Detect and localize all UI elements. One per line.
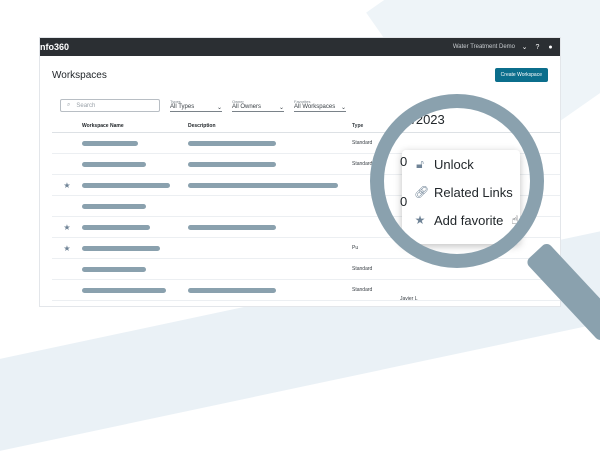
- create-workspace-button[interactable]: Create Workspace: [494, 68, 548, 82]
- chevron-down-icon: ⌄: [216, 105, 222, 111]
- search-icon: ⌕: [67, 102, 71, 108]
- col-workspace-name[interactable]: Workspace Name: [82, 123, 188, 129]
- description-cell: [188, 224, 352, 230]
- placeholder-bar: [82, 140, 138, 146]
- favorites-select[interactable]: All Workspaces ⌄: [294, 104, 346, 112]
- table-row[interactable]: Standard: [52, 301, 560, 306]
- star-icon[interactable]: ★: [52, 181, 82, 190]
- type-cell: Standard: [352, 161, 373, 167]
- title-row: Workspaces Create Workspace: [52, 68, 548, 82]
- favorites-filter[interactable]: Favorites All Workspaces ⌄: [294, 99, 346, 112]
- description-cell: [188, 140, 352, 146]
- placeholder-bar: [188, 287, 276, 293]
- types-select[interactable]: All Types ⌄: [170, 104, 222, 112]
- star-icon: ★: [414, 213, 426, 227]
- col-type[interactable]: Type: [352, 123, 400, 129]
- magnified-date: 0: [400, 232, 408, 247]
- chevron-down-icon[interactable]: ⌄: [521, 44, 528, 51]
- type-cell: Standard: [352, 266, 373, 272]
- chevron-down-icon: ⌄: [278, 105, 284, 111]
- placeholder-bar: [188, 182, 338, 188]
- menu-item-unlock[interactable]: 🔓︎ Unlock: [402, 150, 520, 178]
- brand-logo: nfo360: [40, 42, 70, 52]
- description-cell: [188, 287, 352, 293]
- placeholder-bar: [82, 224, 150, 230]
- owner-filter[interactable]: Owner All Owners ⌄: [232, 99, 284, 112]
- cursor-hand-icon: ☝︎: [511, 213, 519, 227]
- type-cell: Standard: [352, 287, 373, 293]
- workspace-name-cell[interactable]: [82, 224, 188, 230]
- top-bar: nfo360 Water Treatment Demo ⌄ ? ●: [40, 38, 560, 56]
- types-filter[interactable]: Types All Types ⌄: [170, 99, 222, 112]
- workspace-name-cell[interactable]: [82, 245, 188, 251]
- placeholder-bar: [188, 224, 276, 230]
- search-placeholder: Search: [76, 102, 96, 109]
- star-icon[interactable]: ★: [52, 223, 82, 232]
- workspace-name-cell[interactable]: [82, 287, 188, 293]
- col-description[interactable]: Description: [188, 123, 352, 129]
- magnified-date: 3/2023: [405, 112, 445, 127]
- menu-item-label: Unlock: [434, 156, 474, 172]
- table-row[interactable]: Standard: [52, 280, 560, 301]
- context-menu: 🔓︎ Unlock 🔗︎ Related Links ★ Add favorit…: [402, 150, 520, 244]
- workspace-name-cell[interactable]: [82, 161, 188, 167]
- row-actions-icon[interactable]: · · ·: [532, 146, 536, 168]
- menu-item-label: Add favorite: [434, 212, 504, 228]
- description-cell: [188, 182, 352, 188]
- star-icon[interactable]: ★: [52, 244, 82, 253]
- magnified-date: 0: [400, 194, 408, 209]
- page-title: Workspaces: [52, 69, 107, 81]
- type-cell: Pu: [352, 245, 359, 251]
- type-cell: Standard: [352, 140, 373, 146]
- unlock-icon: 🔓︎: [416, 156, 424, 171]
- user-icon[interactable]: ●: [547, 44, 554, 51]
- search-input[interactable]: ⌕ Search: [60, 99, 160, 112]
- workspace-name-cell[interactable]: [82, 203, 188, 209]
- link-icon: 🔗︎: [414, 185, 430, 199]
- chevron-down-icon: ⌄: [340, 105, 346, 111]
- placeholder-bar: [82, 161, 146, 167]
- placeholder-bar: [188, 161, 276, 167]
- placeholder-bar: [82, 287, 166, 293]
- row-actions-icon[interactable]: · · ·: [532, 188, 536, 210]
- magnified-date: 0: [400, 154, 408, 169]
- top-right-controls: Water Treatment Demo ⌄ ? ●: [453, 44, 554, 52]
- description-cell: [188, 161, 352, 167]
- workspace-selector[interactable]: Water Treatment Demo: [453, 44, 515, 50]
- table-header: Workspace Name Description Type: [52, 120, 560, 133]
- placeholder-bar: [82, 203, 146, 209]
- workspace-name-cell[interactable]: [82, 182, 188, 188]
- owner-value: Javier L: [400, 296, 418, 302]
- placeholder-bar: [82, 182, 170, 188]
- filter-bar: ⌕ Search Types All Types ⌄ Owner All Owne…: [60, 92, 548, 112]
- help-icon[interactable]: ?: [534, 44, 541, 51]
- placeholder-bar: [82, 245, 160, 251]
- workspace-name-cell[interactable]: [82, 140, 188, 146]
- placeholder-bar: [82, 266, 146, 272]
- menu-item-add-favorite[interactable]: ★ Add favorite ☝︎: [402, 206, 520, 234]
- workspace-name-cell[interactable]: [82, 266, 188, 272]
- owner-select[interactable]: All Owners ⌄: [232, 104, 284, 112]
- placeholder-bar: [188, 140, 276, 146]
- menu-item-label: Related Links: [434, 184, 513, 200]
- menu-item-related-links[interactable]: 🔗︎ Related Links: [402, 178, 520, 206]
- table-row[interactable]: Standard: [52, 259, 560, 280]
